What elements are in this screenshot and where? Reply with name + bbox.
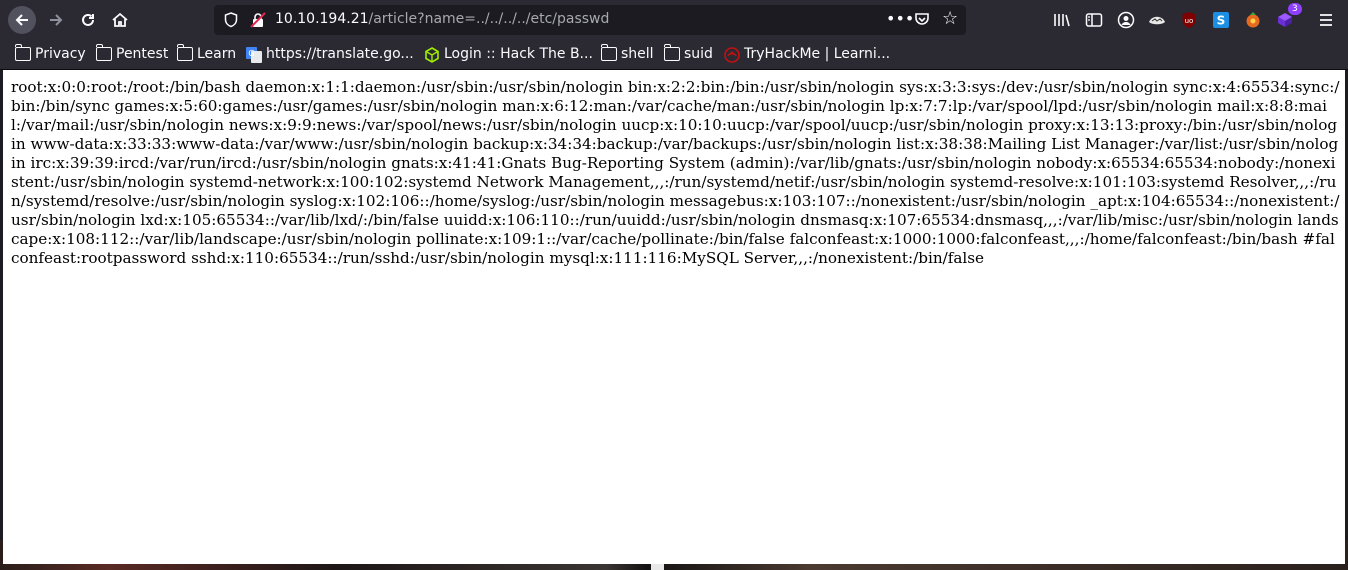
bookmark-label: Login :: Hack The B... — [444, 46, 593, 62]
folder-icon — [176, 44, 193, 61]
extension-s-icon[interactable]: S — [1211, 10, 1231, 30]
tracking-protection-icon[interactable] — [224, 12, 238, 32]
bookmark-label: suid — [684, 46, 713, 62]
sidebar-icon[interactable] — [1084, 10, 1104, 30]
url-text[interactable]: 10.10.194.21/article?name=../../../../et… — [275, 11, 609, 27]
pocket-icon[interactable] — [914, 11, 930, 31]
passwd-file-text: root:x:0:0:root:/root:/bin/bash daemon:x… — [11, 78, 1340, 267]
bookmark-star-icon[interactable]: ☆ — [942, 8, 958, 29]
bookmark-label: TryHackMe | Learni... — [744, 46, 891, 62]
bookmark-learn[interactable]: Learn — [176, 44, 237, 63]
account-icon[interactable] — [1116, 10, 1136, 30]
browser-toolbar: 10.10.194.21/article?name=../../../../et… — [0, 0, 1348, 40]
bookmark-label: https://translate.go... — [266, 46, 414, 62]
page-actions-icon[interactable]: ••• — [886, 9, 914, 28]
svg-text:G: G — [248, 49, 254, 58]
folder-icon — [663, 44, 680, 61]
bookmark-label: Privacy — [35, 46, 86, 62]
reload-icon — [82, 13, 94, 26]
bookmark-translate[interactable]: G https://translate.go... — [246, 45, 414, 63]
bookmark-label: Pentest — [116, 46, 169, 62]
home-button[interactable] — [106, 6, 134, 34]
folder-icon — [600, 44, 617, 61]
arrow-right-icon — [50, 14, 63, 26]
page-content: root:x:0:0:root:/root:/bin/bash daemon:x… — [3, 70, 1345, 564]
bookmark-tryhackme[interactable]: TryHackMe | Learni... — [724, 45, 890, 63]
bookmark-privacy[interactable]: Privacy — [14, 44, 86, 63]
svg-text:S: S — [1217, 14, 1226, 28]
tryhackme-icon — [724, 47, 740, 63]
folder-icon — [95, 44, 112, 61]
bookmark-label: Learn — [197, 46, 237, 62]
home-icon — [112, 12, 128, 27]
arrow-left-icon — [15, 14, 28, 26]
bookmark-suid[interactable]: suid — [663, 44, 713, 63]
pwnfox-icon[interactable] — [1147, 10, 1167, 30]
ublock-origin-icon[interactable]: uo — [1179, 10, 1199, 30]
svg-text:uo: uo — [1185, 17, 1194, 25]
address-bar[interactable]: 10.10.194.21/article?name=../../../../et… — [214, 5, 966, 35]
library-icon[interactable] — [1052, 10, 1072, 30]
wappalyzer-icon[interactable] — [1243, 10, 1263, 30]
back-button[interactable] — [8, 6, 36, 34]
forward-button[interactable] — [42, 6, 70, 34]
url-path: /article?name=../../../../etc/passwd — [368, 11, 610, 27]
url-host: 10.10.194.21 — [275, 11, 369, 27]
bookmarks-toolbar: Privacy Pentest Learn G https://translat… — [0, 40, 1348, 70]
folder-icon — [14, 44, 31, 61]
bookmark-shell[interactable]: shell — [600, 44, 654, 63]
extension-badge: 3 — [1288, 3, 1302, 15]
reload-button[interactable] — [74, 6, 102, 34]
bookmark-pentest[interactable]: Pentest — [95, 44, 169, 63]
menu-icon[interactable] — [1316, 10, 1336, 30]
bookmark-label: shell — [621, 46, 654, 62]
htb-cube-icon — [424, 47, 440, 63]
google-translate-icon: G — [246, 47, 262, 63]
insecure-lock-icon[interactable] — [250, 12, 266, 32]
bookmark-hackthebox[interactable]: Login :: Hack The B... — [424, 45, 593, 63]
